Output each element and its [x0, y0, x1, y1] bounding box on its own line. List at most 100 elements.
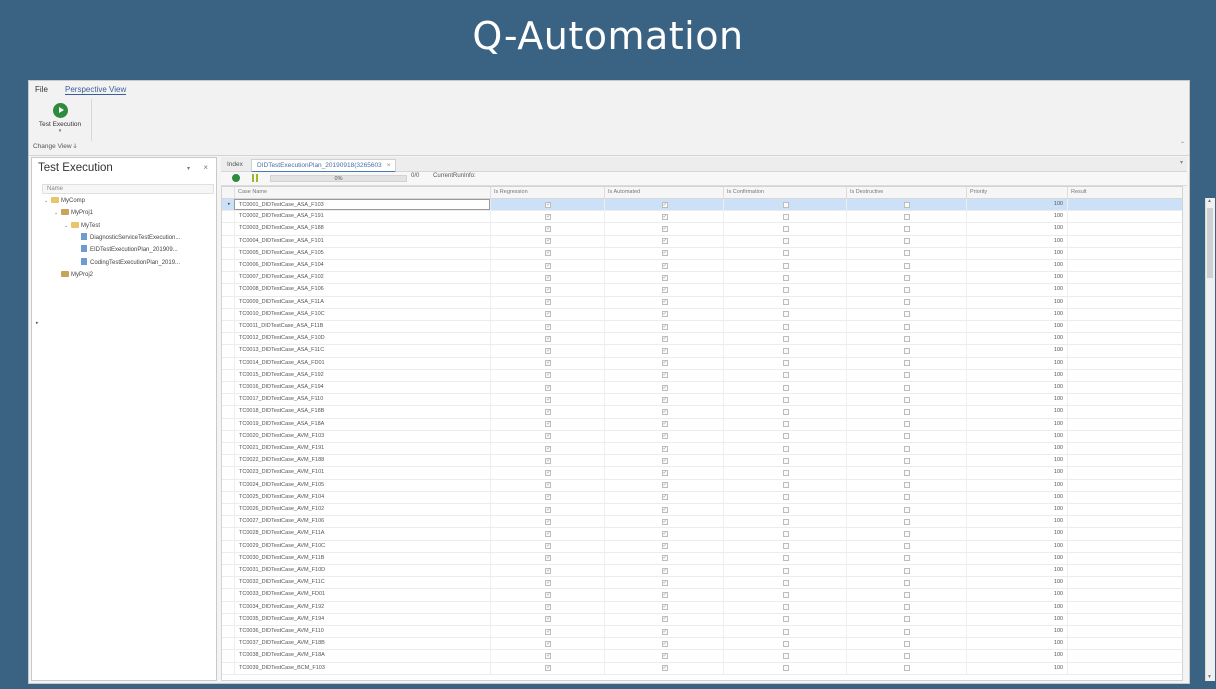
result-cell[interactable]: [1067, 321, 1178, 333]
checkbox-unchecked[interactable]: [904, 238, 910, 245]
checkbox-checked[interactable]: [661, 419, 668, 430]
conf-cell[interactable]: [723, 345, 846, 357]
conf-cell[interactable]: [723, 540, 846, 552]
result-cell[interactable]: [1067, 382, 1178, 394]
reg-cell[interactable]: [490, 260, 604, 272]
dest-cell[interactable]: [846, 321, 966, 333]
checkbox-checked[interactable]: [661, 639, 668, 649]
case-name-cell[interactable]: TC0016_DIDTestCase_ASA_F194: [234, 382, 490, 394]
table-row[interactable]: TC0017_DIDTestCase_ASA_F110 100: [222, 394, 1182, 407]
reg-cell[interactable]: [490, 479, 604, 491]
priority-cell[interactable]: 100: [966, 455, 1067, 467]
case-name-cell[interactable]: TC0009_DIDTestCase_ASA_F11A: [234, 296, 490, 308]
checkbox-checked[interactable]: [545, 224, 551, 235]
checkbox-checked[interactable]: [661, 346, 668, 357]
case-name-cell[interactable]: TC0034_DIDTestCase_AVM_F192: [234, 601, 490, 613]
case-name-cell[interactable]: TC0029_DIDTestCase_AVM_F10C: [234, 540, 490, 552]
priority-cell[interactable]: 100: [966, 528, 1067, 540]
auto-cell[interactable]: [604, 382, 723, 394]
result-cell[interactable]: [1067, 406, 1178, 418]
checkbox-checked[interactable]: [545, 407, 551, 418]
dest-cell[interactable]: [846, 333, 966, 345]
result-cell[interactable]: [1067, 589, 1178, 601]
checkbox-checked[interactable]: [545, 529, 551, 540]
case-name-cell[interactable]: TC0008_DIDTestCase_ASA_F106: [234, 284, 490, 296]
conf-cell[interactable]: [723, 211, 846, 223]
checkbox-checked[interactable]: [545, 261, 551, 271]
auto-cell[interactable]: [604, 601, 723, 613]
checkbox-checked[interactable]: [661, 480, 668, 491]
result-cell[interactable]: [1067, 443, 1178, 455]
pin-icon[interactable]: ▾: [187, 165, 190, 172]
table-row[interactable]: TC0012_DIDTestCase_ASA_F10D 100: [222, 333, 1182, 346]
auto-cell[interactable]: [604, 284, 723, 296]
priority-cell[interactable]: 100: [966, 613, 1067, 625]
case-name-cell[interactable]: TC0020_DIDTestCase_AVM_F103: [234, 430, 490, 442]
priority-cell[interactable]: 100: [966, 199, 1067, 211]
conf-cell[interactable]: [723, 479, 846, 491]
checkbox-unchecked[interactable]: [904, 201, 910, 208]
checkbox-unchecked[interactable]: [904, 555, 910, 562]
priority-cell[interactable]: 100: [966, 247, 1067, 259]
checkbox-unchecked[interactable]: [782, 665, 789, 672]
reg-cell[interactable]: [490, 406, 604, 418]
conf-cell[interactable]: [723, 296, 846, 308]
table-row[interactable]: TC0006_DIDTestCase_ASA_F104 100: [222, 260, 1182, 273]
conf-cell[interactable]: [723, 284, 846, 296]
reg-cell[interactable]: [490, 443, 604, 455]
checkbox-unchecked[interactable]: [782, 238, 789, 245]
auto-cell[interactable]: [604, 662, 723, 674]
result-cell[interactable]: [1067, 540, 1178, 552]
checkbox-unchecked[interactable]: [782, 543, 789, 550]
table-row[interactable]: TC0029_DIDTestCase_AVM_F10C 100: [222, 540, 1182, 553]
checkbox-unchecked[interactable]: [782, 396, 789, 403]
checkbox-checked[interactable]: [661, 395, 668, 405]
checkbox-unchecked[interactable]: [782, 286, 789, 293]
checkbox-checked[interactable]: [661, 614, 668, 625]
dest-cell[interactable]: [846, 504, 966, 516]
result-cell[interactable]: [1067, 357, 1178, 369]
checkbox-unchecked[interactable]: [904, 591, 910, 598]
checkbox-checked[interactable]: [545, 309, 551, 320]
checkbox-unchecked[interactable]: [904, 347, 910, 354]
result-cell[interactable]: [1067, 491, 1178, 503]
priority-cell[interactable]: 100: [966, 626, 1067, 638]
table-row[interactable]: TC0024_DIDTestCase_AVM_F105 100: [222, 479, 1182, 492]
checkbox-checked[interactable]: [661, 529, 668, 540]
checkbox-unchecked[interactable]: [904, 408, 910, 415]
reg-cell[interactable]: [490, 455, 604, 467]
case-name-cell[interactable]: TC0036_DIDTestCase_AVM_F110: [234, 626, 490, 638]
dest-cell[interactable]: [846, 638, 966, 650]
auto-cell[interactable]: [604, 613, 723, 625]
checkbox-checked[interactable]: [661, 370, 668, 381]
dest-cell[interactable]: [846, 345, 966, 357]
checkbox-unchecked[interactable]: [904, 250, 910, 257]
priority-cell[interactable]: 100: [966, 211, 1067, 223]
table-row[interactable]: TC0022_DIDTestCase_AVM_F188 100: [222, 455, 1182, 468]
checkbox-unchecked[interactable]: [782, 518, 789, 525]
checkbox-checked[interactable]: [661, 334, 668, 344]
auto-cell[interactable]: [604, 308, 723, 320]
checkbox-unchecked[interactable]: [904, 384, 910, 391]
checkbox-checked[interactable]: [545, 444, 551, 454]
tree-node[interactable]: DiagnosticServiceTestExecution...: [74, 232, 180, 244]
checkbox-checked[interactable]: [661, 541, 668, 552]
checkbox-checked[interactable]: [661, 517, 668, 527]
checkbox-unchecked[interactable]: [904, 299, 910, 306]
checkbox-checked[interactable]: [545, 578, 551, 588]
table-row[interactable]: TC0035_DIDTestCase_AVM_F194 100: [222, 613, 1182, 626]
auto-cell[interactable]: [604, 589, 723, 601]
reg-cell[interactable]: [490, 638, 604, 650]
priority-cell[interactable]: 100: [966, 418, 1067, 430]
column-header[interactable]: Is Regression: [490, 187, 604, 198]
checkbox-unchecked[interactable]: [904, 457, 910, 464]
checkbox-checked[interactable]: [545, 212, 551, 222]
result-cell[interactable]: [1067, 272, 1178, 284]
checkbox-unchecked[interactable]: [904, 640, 910, 647]
case-name-cell[interactable]: TC0021_DIDTestCase_AVM_F191: [234, 443, 490, 455]
checkbox-unchecked[interactable]: [782, 640, 789, 647]
scroll-down-icon[interactable]: ▼: [1207, 674, 1212, 680]
case-name-cell[interactable]: TC0031_DIDTestCase_AVM_F10D: [234, 565, 490, 577]
checkbox-checked[interactable]: [661, 248, 668, 259]
table-row[interactable]: TC0010_DIDTestCase_ASA_F10C 100: [222, 308, 1182, 321]
